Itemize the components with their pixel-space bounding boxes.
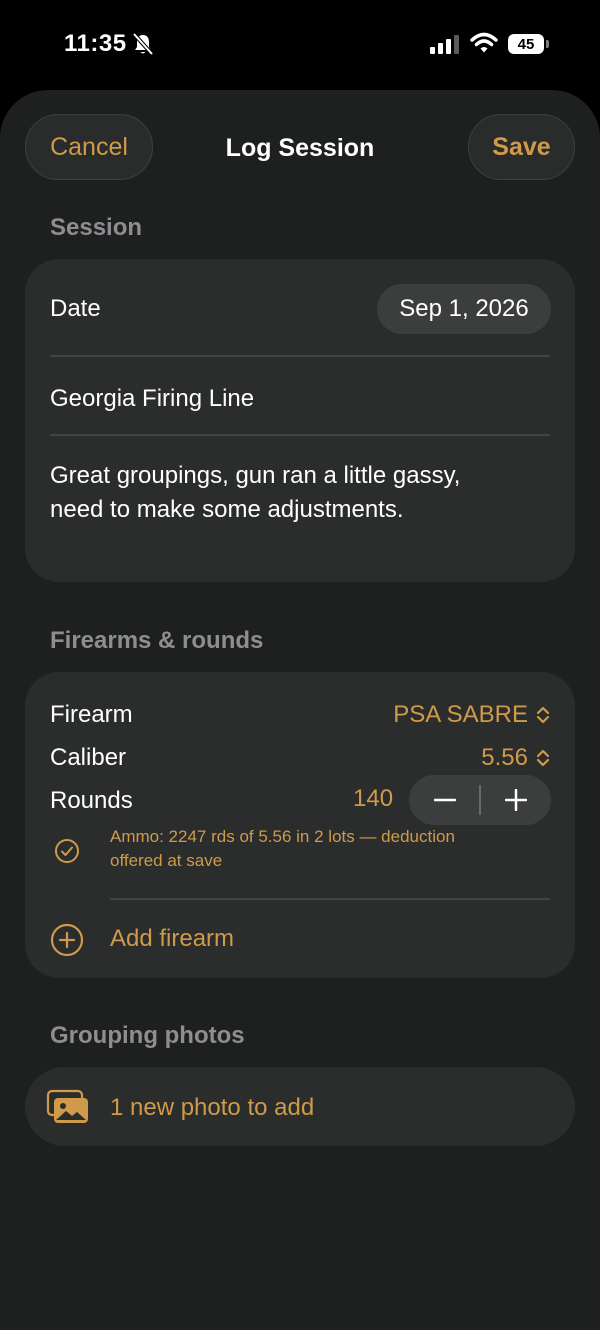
ammo-line: Ammo: 2247 rds of 5.56 in 2 lots — deduc…: [110, 827, 455, 846]
firearm-label: Firearm: [50, 701, 133, 728]
save-button[interactable]: Save: [468, 114, 575, 180]
add-photo-label: 1 new photo to add: [110, 1094, 315, 1121]
plus-icon: [504, 789, 527, 811]
plus-circle-icon[interactable]: [50, 923, 84, 957]
add-firearm-button[interactable]: Add firearm: [110, 925, 234, 953]
bell-slash-icon: [132, 32, 154, 56]
wifi-icon: [470, 32, 498, 53]
status-time: 11:35: [64, 30, 127, 57]
increment-button[interactable]: [480, 775, 551, 825]
divider: [50, 355, 550, 357]
rounds-label: Rounds: [50, 787, 133, 814]
divider: [50, 434, 550, 436]
chevron-up-down-icon: [536, 749, 550, 767]
rounds-stepper: [409, 775, 551, 825]
divider: [110, 898, 550, 900]
caliber-value: 5.56: [481, 744, 528, 771]
location-field[interactable]: Georgia Firing Line: [50, 385, 254, 413]
cellular-signal-icon: [430, 35, 459, 54]
photos-icon: [46, 1089, 88, 1123]
checkmark-circle-icon: [55, 839, 79, 863]
caliber-picker[interactable]: 5.56: [481, 744, 550, 772]
section-header-photos: Grouping photos: [50, 1022, 245, 1049]
date-picker[interactable]: Sep 1, 2026: [377, 284, 551, 334]
status-bar: 11:35 45: [0, 0, 600, 90]
log-session-sheet: Cancel Log Session Save Session Date Sep…: [0, 90, 600, 1330]
notes-line: Great groupings, gun ran a little gassy,: [50, 462, 461, 489]
section-header-firearms: Firearms & rounds: [50, 627, 264, 654]
session-card: Date Sep 1, 2026 Georgia Firing Line Gre…: [25, 259, 575, 582]
notes-field[interactable]: Great groupings, gun ran a little gassy,…: [50, 459, 530, 527]
ammo-status-text: Ammo: 2247 rds of 5.56 in 2 lots — deduc…: [110, 825, 530, 873]
rounds-value: 140: [353, 785, 394, 812]
decrement-button[interactable]: [409, 775, 480, 825]
date-label: Date: [50, 295, 101, 322]
firearm-value: PSA SABRE: [393, 701, 528, 728]
firearms-card: Firearm PSA SABRE Caliber 5.56 Rounds 14…: [25, 672, 575, 978]
minus-icon: [433, 798, 456, 802]
ammo-line: offered at save: [110, 851, 223, 870]
caliber-label: Caliber: [50, 744, 127, 771]
notes-line: need to make some adjustments.: [50, 496, 404, 523]
firearm-picker[interactable]: PSA SABRE: [393, 701, 550, 729]
chevron-up-down-icon: [536, 706, 550, 724]
battery-icon: 45: [508, 34, 549, 54]
add-photos-row[interactable]: 1 new photo to add: [25, 1067, 575, 1146]
section-header-session: Session: [50, 214, 143, 241]
